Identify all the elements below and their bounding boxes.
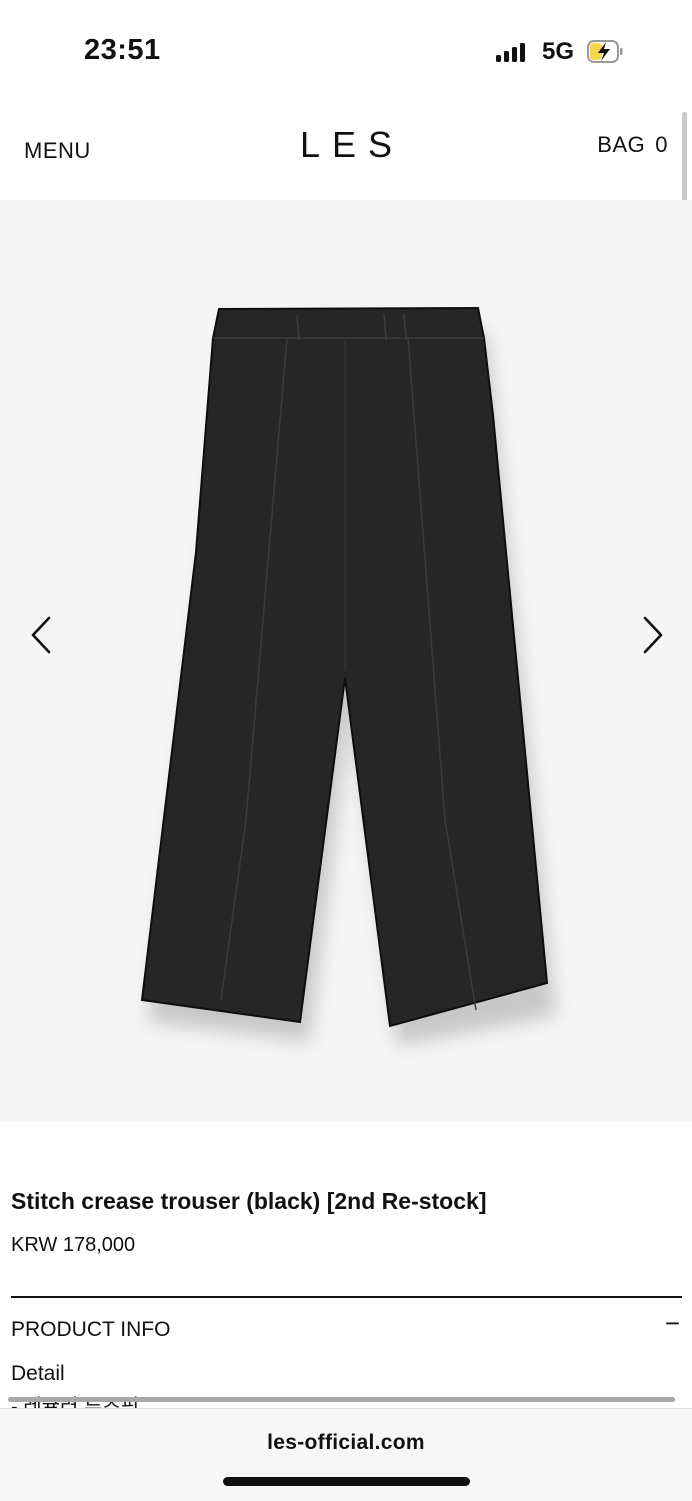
network-type: 5G xyxy=(542,38,575,65)
site-header: MENU LES BAG 0 xyxy=(0,100,692,200)
product-title: Stitch crease trouser (black) [2nd Re-st… xyxy=(11,1188,487,1214)
product-price: KRW 178,000 xyxy=(11,1234,136,1256)
browser-address-bar[interactable]: les-official.com xyxy=(0,1408,692,1501)
home-indicator[interactable] xyxy=(223,1477,470,1486)
chevron-left-icon[interactable] xyxy=(22,610,62,660)
status-time: 23:51 xyxy=(84,34,161,66)
product-image xyxy=(140,306,556,1046)
product-gallery[interactable] xyxy=(0,200,692,1122)
battery-charging-icon xyxy=(587,40,623,63)
horizontal-scrollbar[interactable] xyxy=(8,1397,675,1402)
bag-label: BAG xyxy=(597,132,646,157)
url-text[interactable]: les-official.com xyxy=(0,1431,692,1455)
chevron-right-icon[interactable] xyxy=(632,610,672,660)
status-bar: 23:51 5G xyxy=(0,0,692,100)
brand-logo[interactable]: LES xyxy=(0,124,692,166)
cellular-signal-icon xyxy=(496,42,525,62)
bag-count: 0 xyxy=(655,132,668,157)
bag-button[interactable]: BAG 0 xyxy=(597,132,668,158)
collapse-icon[interactable]: − xyxy=(665,1308,680,1339)
product-info-toggle[interactable]: PRODUCT INFO xyxy=(11,1318,170,1342)
detail-heading: Detail xyxy=(11,1362,65,1385)
divider xyxy=(11,1296,682,1298)
